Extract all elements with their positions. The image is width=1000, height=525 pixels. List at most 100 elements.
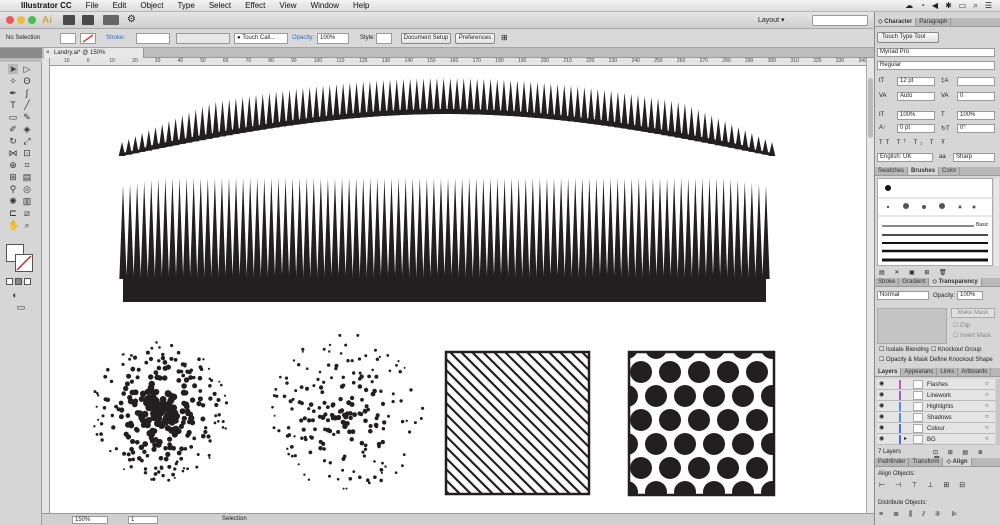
opacity-field[interactable]: 100% [957, 291, 983, 300]
workspace-label[interactable]: Layout ▾ [758, 16, 785, 24]
target-icon[interactable]: ○ [985, 424, 989, 432]
layer-row[interactable]: ◉ Shadows ○ [877, 412, 995, 423]
layer-row[interactable]: ◉ Colour ○ [877, 423, 995, 434]
stroke-color-icon[interactable] [15, 254, 33, 272]
close-window-icon[interactable] [6, 16, 14, 24]
eye-icon[interactable]: ◉ [879, 391, 884, 399]
document-setup-button[interactable]: Document Setup [401, 33, 451, 44]
layer-name[interactable]: Highlights [927, 403, 953, 411]
opacity-mask-checkbox[interactable]: ☐ Opacity & Mask Define Knockout Shape [879, 356, 993, 363]
zoom-tool-icon[interactable]: ⌕ [22, 220, 32, 230]
menu-type[interactable]: Type [170, 1, 201, 10]
layer-name[interactable]: Linework [927, 392, 951, 400]
type-tool-icon[interactable]: T [8, 100, 18, 110]
spotlight-icon[interactable]: ⌕ [973, 1, 977, 11]
align-objects-buttons[interactable]: ⊢⊣⊤⊥⊞⊟ [879, 481, 975, 489]
sound-icon[interactable]: ◀ [932, 1, 938, 10]
target-icon[interactable]: ○ [985, 435, 989, 443]
paintbrush-tool-icon[interactable]: ✎ [22, 112, 32, 122]
isolate-blending-checkbox[interactable]: ☐ Isolate Blending [879, 346, 929, 353]
scale-tool-icon[interactable]: ⤢ [22, 136, 32, 146]
artboard-tool-icon[interactable]: ⊏ [8, 208, 18, 218]
font-family-field[interactable]: Myriad Pro [877, 48, 995, 57]
bluetooth-icon[interactable]: ✱ [945, 1, 952, 10]
touch-type-tool-button[interactable]: Touch Type Tool [877, 32, 939, 43]
curvature-tool-icon[interactable]: ∫ [22, 88, 32, 98]
preferences-button[interactable]: Preferences [455, 33, 495, 44]
menu-view[interactable]: View [272, 1, 303, 10]
zoom-window-icon[interactable] [28, 16, 36, 24]
scroll-thumb[interactable] [868, 78, 873, 138]
menu-help[interactable]: Help [346, 1, 376, 10]
tab-artboards[interactable]: Artboards [958, 368, 992, 376]
eye-icon[interactable]: ◉ [879, 380, 884, 388]
target-icon[interactable]: ○ [985, 413, 989, 421]
menu-file[interactable]: File [79, 1, 106, 10]
opacity-label[interactable]: Opacity: [292, 35, 314, 41]
brush-library-list[interactable]: Basic [877, 178, 994, 266]
tab-swatches[interactable]: Swatches [875, 167, 909, 175]
symbol-sprayer-tool-icon[interactable]: ✺ [8, 196, 18, 206]
tab-paragraph[interactable]: Paragraph [916, 18, 952, 26]
lasso-tool-icon[interactable]: ʘ [22, 76, 32, 86]
make-mask-button[interactable]: Make Mask [951, 308, 995, 318]
eraser-tool-icon[interactable]: ◈ [22, 124, 32, 134]
character-rotation-field[interactable]: 0° [957, 124, 995, 133]
eyedropper-tool-icon[interactable]: ⚲ [8, 184, 18, 194]
leading-field[interactable] [957, 77, 995, 86]
knockout-group-checkbox[interactable]: ☐ Knockout Group [931, 346, 981, 353]
wifi-icon[interactable]: ◔ [920, 1, 925, 10]
language-select[interactable]: English: UK [877, 153, 933, 162]
menu-app-name[interactable]: Illustrator CC [14, 1, 79, 10]
free-transform-tool-icon[interactable]: ⊡ [22, 148, 32, 158]
opacity-field[interactable]: 100% [317, 33, 349, 44]
tab-align[interactable]: ◇ Align [943, 458, 972, 466]
gradient-tool-icon[interactable]: ▤ [22, 172, 32, 182]
zoom-field[interactable]: 150% [72, 516, 108, 524]
notifications-icon[interactable]: ☰ [985, 1, 992, 10]
draw-mode-icon[interactable]: ◐ [10, 290, 20, 300]
color-mode-icon[interactable] [6, 278, 13, 285]
layer-row[interactable]: ◉ ▸ BG ○ [877, 434, 995, 445]
brushes-scrollbar[interactable] [994, 178, 999, 266]
magic-wand-tool-icon[interactable]: ✧ [8, 76, 18, 86]
shape-builder-tool-icon[interactable]: ⊕ [8, 160, 18, 170]
menu-object[interactable]: Object [133, 1, 170, 10]
layer-row[interactable]: ◉ Flashes ○ [877, 379, 995, 390]
target-icon[interactable]: ○ [985, 402, 989, 410]
graphic-style-picker[interactable] [376, 33, 392, 44]
stroke-weight-field[interactable] [136, 33, 170, 44]
eye-icon[interactable]: ◉ [879, 402, 884, 410]
tab-stroke[interactable]: Stroke [875, 278, 900, 286]
blend-tool-icon[interactable]: ◎ [22, 184, 32, 194]
selection-tool-icon[interactable]: ➤ [8, 64, 18, 74]
target-icon[interactable]: ○ [985, 380, 989, 388]
tab-transform[interactable]: Transform [909, 458, 944, 466]
tab-gradient[interactable]: Gradient [899, 278, 930, 286]
vertical-scrollbar[interactable] [866, 58, 874, 513]
gpu-performance-icon[interactable]: ⚙ [127, 14, 136, 25]
menu-window[interactable]: Window [304, 1, 346, 10]
anti-alias-select[interactable]: Sharp [953, 153, 995, 162]
artboard-number-field[interactable]: 1 [128, 516, 158, 524]
tab-transparency[interactable]: ◇ Transparency [929, 278, 982, 286]
menu-edit[interactable]: Edit [106, 1, 134, 10]
layer-name[interactable]: Colour [927, 425, 945, 433]
tab-pathfinder[interactable]: Pathfinder [875, 458, 910, 466]
pencil-tool-icon[interactable]: ✐ [8, 124, 18, 134]
layer-name[interactable]: BG [927, 436, 936, 444]
stock-button[interactable] [82, 15, 94, 25]
font-style-field[interactable]: Regular [877, 61, 995, 70]
fill-swatch[interactable] [60, 33, 76, 44]
artboard-canvas[interactable] [50, 66, 866, 513]
document-tab[interactable]: × Landry.ai* @ 150% (CMYK/Preview) [44, 48, 144, 66]
line-tool-icon[interactable]: ╱ [22, 100, 32, 110]
search-stock-input[interactable] [812, 15, 868, 26]
width-tool-icon[interactable]: ⋈ [8, 148, 18, 158]
arrange-icon[interactable]: ⊞ [501, 33, 508, 42]
gradient-mode-icon[interactable] [15, 278, 22, 285]
hand-tool-icon[interactable]: ✋ [8, 220, 19, 230]
arrange-documents-button[interactable] [103, 15, 119, 25]
mesh-tool-icon[interactable]: ⊞ [8, 172, 18, 182]
layers-scrollbar[interactable] [996, 379, 1000, 445]
